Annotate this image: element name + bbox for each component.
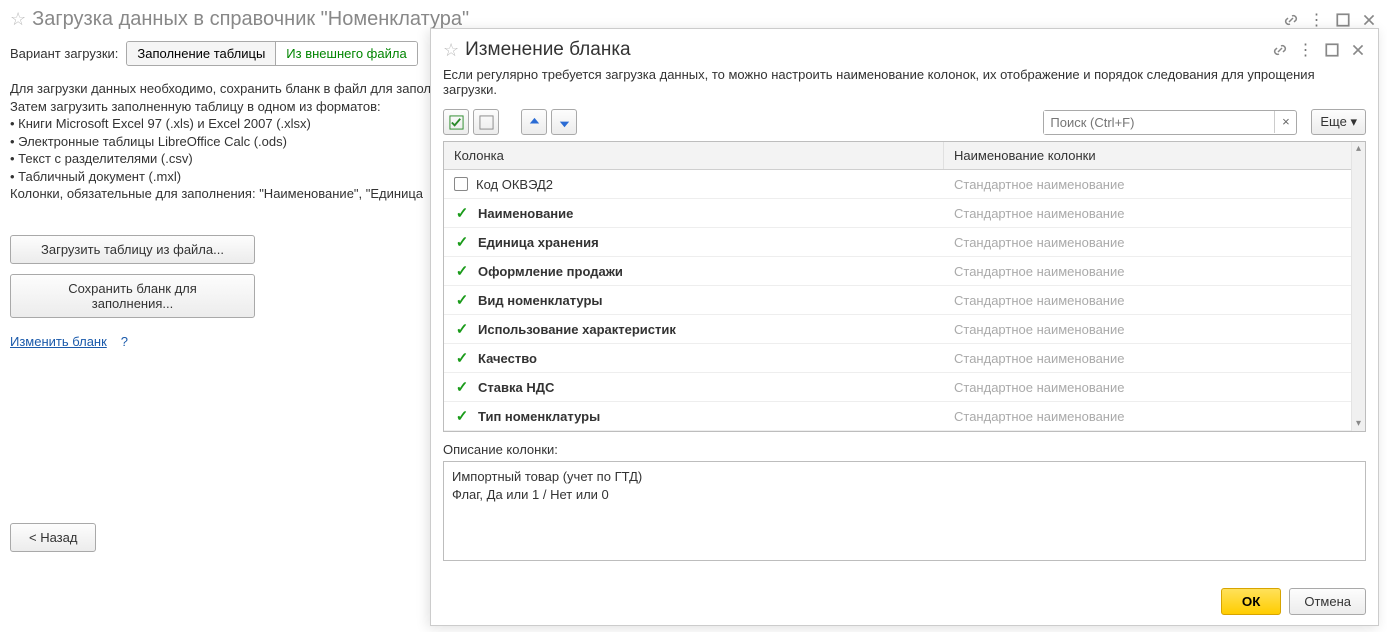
th-name[interactable]: Наименование колонки bbox=[944, 142, 1365, 169]
link-icon[interactable] bbox=[1283, 12, 1299, 28]
table-row[interactable]: ✓ Оформление продажи Стандартное наименова… bbox=[444, 257, 1365, 286]
cell-std-name: Стандартное наименование bbox=[944, 173, 1365, 196]
cell-std-name: Стандартное наименование bbox=[944, 376, 1365, 399]
table-row[interactable]: ✓ Вид номенклатуры Стандартное наименовани… bbox=[444, 286, 1365, 315]
save-blank-button[interactable]: Сохранить бланк для заполнения... bbox=[10, 274, 255, 318]
dialog-kebab-menu-icon[interactable]: ⋮ bbox=[1298, 42, 1314, 58]
cell-std-name: Стандартное наименование bbox=[944, 318, 1365, 341]
scroll-up-icon[interactable]: ▴ bbox=[1352, 142, 1365, 156]
main-titlebar-controls: ⋮ bbox=[1283, 12, 1377, 28]
back-button[interactable]: < Назад bbox=[10, 523, 96, 552]
cancel-button[interactable]: Отмена bbox=[1289, 588, 1366, 615]
columns-table: Колонка Наименование колонки Код ОКВЭД2 С… bbox=[443, 141, 1366, 432]
variant-label: Вариант загрузки: bbox=[10, 46, 118, 61]
favorite-star-icon[interactable]: ☆ bbox=[10, 9, 26, 30]
cell-column: ✓ Использование характеристик bbox=[444, 316, 944, 342]
column-label: Единица хранения bbox=[478, 235, 599, 250]
dialog-link-icon[interactable] bbox=[1272, 42, 1288, 58]
column-label: Вид номенклатуры bbox=[478, 293, 603, 308]
th-column[interactable]: Колонка bbox=[444, 142, 944, 169]
cell-column: ✓ Вид номенклатуры bbox=[444, 287, 944, 313]
table-row[interactable]: ✓ Единица хранения Стандартное наименовани… bbox=[444, 228, 1365, 257]
close-icon[interactable] bbox=[1361, 12, 1377, 28]
dialog-subtitle: Если регулярно требуется загрузка данных… bbox=[431, 65, 1378, 105]
checkmark-icon[interactable]: ✓ bbox=[454, 320, 470, 338]
table-row[interactable]: Код ОКВЭД2 Стандартное наименование bbox=[444, 170, 1365, 199]
column-label: Тип номенклатуры bbox=[478, 409, 600, 424]
dialog-maximize-icon[interactable] bbox=[1324, 42, 1340, 58]
cell-column: ✓ Тип номенклатуры bbox=[444, 403, 944, 429]
cell-column: ✓ Оформление продажи bbox=[444, 258, 944, 284]
table-row[interactable]: ✓ Ставка НДС Стандартное наименование bbox=[444, 373, 1365, 402]
search-box: × bbox=[1043, 110, 1297, 135]
more-button[interactable]: Еще ▾ bbox=[1311, 109, 1366, 135]
chevron-down-icon: ▾ bbox=[1350, 114, 1357, 129]
help-icon[interactable]: ? bbox=[121, 334, 128, 349]
checkmark-icon[interactable]: ✓ bbox=[454, 349, 470, 367]
checkmark-icon[interactable]: ✓ bbox=[454, 262, 470, 280]
move-down-button[interactable] bbox=[551, 109, 577, 135]
checkmark-icon[interactable]: ✓ bbox=[454, 291, 470, 309]
vertical-scrollbar[interactable]: ▴ ▾ bbox=[1351, 142, 1365, 431]
uncheck-all-button[interactable] bbox=[473, 109, 499, 135]
variant-tab-group: Заполнение таблицы Из внешнего файла bbox=[126, 41, 417, 66]
dialog-toolbar: × Еще ▾ bbox=[431, 105, 1378, 141]
cell-column: Код ОКВЭД2 bbox=[444, 173, 944, 196]
load-table-button[interactable]: Загрузить таблицу из файла... bbox=[10, 235, 255, 264]
cell-std-name: Стандартное наименование bbox=[944, 260, 1365, 283]
search-clear-button[interactable]: × bbox=[1274, 111, 1296, 133]
checkmark-icon[interactable]: ✓ bbox=[454, 407, 470, 425]
move-up-button[interactable] bbox=[521, 109, 547, 135]
checkmark-icon[interactable]: ✓ bbox=[454, 233, 470, 251]
description-box[interactable]: Импортный товар (учет по ГТД) Флаг, Да и… bbox=[443, 461, 1366, 561]
maximize-icon[interactable] bbox=[1335, 12, 1351, 28]
cell-std-name: Стандартное наименование bbox=[944, 289, 1365, 312]
tab-fill-table[interactable]: Заполнение таблицы bbox=[127, 42, 275, 65]
dialog-titlebar-controls: ⋮ bbox=[1272, 42, 1366, 58]
dialog-close-icon[interactable] bbox=[1350, 42, 1366, 58]
dialog-title: Изменение бланка bbox=[465, 39, 1272, 61]
column-label: Наименование bbox=[478, 206, 573, 221]
table-row[interactable]: ✓ Использование характеристик Стандартное … bbox=[444, 315, 1365, 344]
cell-column: ✓ Ставка НДС bbox=[444, 374, 944, 400]
checkbox[interactable] bbox=[454, 177, 468, 191]
edit-blank-dialog: ☆ Изменение бланка ⋮ Если регулярно треб… bbox=[430, 28, 1379, 626]
table-row[interactable]: ✓ Тип номенклатуры Стандартное наименовани… bbox=[444, 402, 1365, 431]
dialog-header: ☆ Изменение бланка ⋮ bbox=[431, 29, 1378, 65]
search-input[interactable] bbox=[1044, 111, 1274, 134]
scroll-down-icon[interactable]: ▾ bbox=[1352, 417, 1365, 431]
checkmark-icon[interactable]: ✓ bbox=[454, 204, 470, 222]
cell-std-name: Стандартное наименование bbox=[944, 347, 1365, 370]
ok-button[interactable]: ОК bbox=[1221, 588, 1282, 615]
checkmark-icon[interactable]: ✓ bbox=[454, 378, 470, 396]
cell-column: ✓ Единица хранения bbox=[444, 229, 944, 255]
cell-column: ✓ Качество bbox=[444, 345, 944, 371]
column-label: Качество bbox=[478, 351, 537, 366]
column-label: Ставка НДС bbox=[478, 380, 554, 395]
cell-std-name: Стандартное наименование bbox=[944, 231, 1365, 254]
dialog-footer: ОК Отмена bbox=[431, 582, 1378, 625]
column-label: Использование характеристик bbox=[478, 322, 676, 337]
cell-std-name: Стандартное наименование bbox=[944, 202, 1365, 225]
check-all-button[interactable] bbox=[443, 109, 469, 135]
column-label: Оформление продажи bbox=[478, 264, 623, 279]
table-header: Колонка Наименование колонки bbox=[444, 142, 1365, 170]
table-body: Код ОКВЭД2 Стандартное наименование ✓ Наиме… bbox=[444, 170, 1365, 431]
kebab-menu-icon[interactable]: ⋮ bbox=[1309, 12, 1325, 28]
tab-from-file[interactable]: Из внешнего файла bbox=[276, 42, 416, 65]
column-label: Код ОКВЭД2 bbox=[476, 177, 553, 192]
table-row[interactable]: ✓ Наименование Стандартное наименование bbox=[444, 199, 1365, 228]
dialog-favorite-star-icon[interactable]: ☆ bbox=[443, 40, 459, 61]
table-row[interactable]: ✓ Качество Стандартное наименование bbox=[444, 344, 1365, 373]
description-label: Описание колонки: bbox=[431, 432, 1378, 461]
cell-column: ✓ Наименование bbox=[444, 200, 944, 226]
edit-blank-link[interactable]: Изменить бланк bbox=[0, 334, 117, 349]
cell-std-name: Стандартное наименование bbox=[944, 405, 1365, 428]
